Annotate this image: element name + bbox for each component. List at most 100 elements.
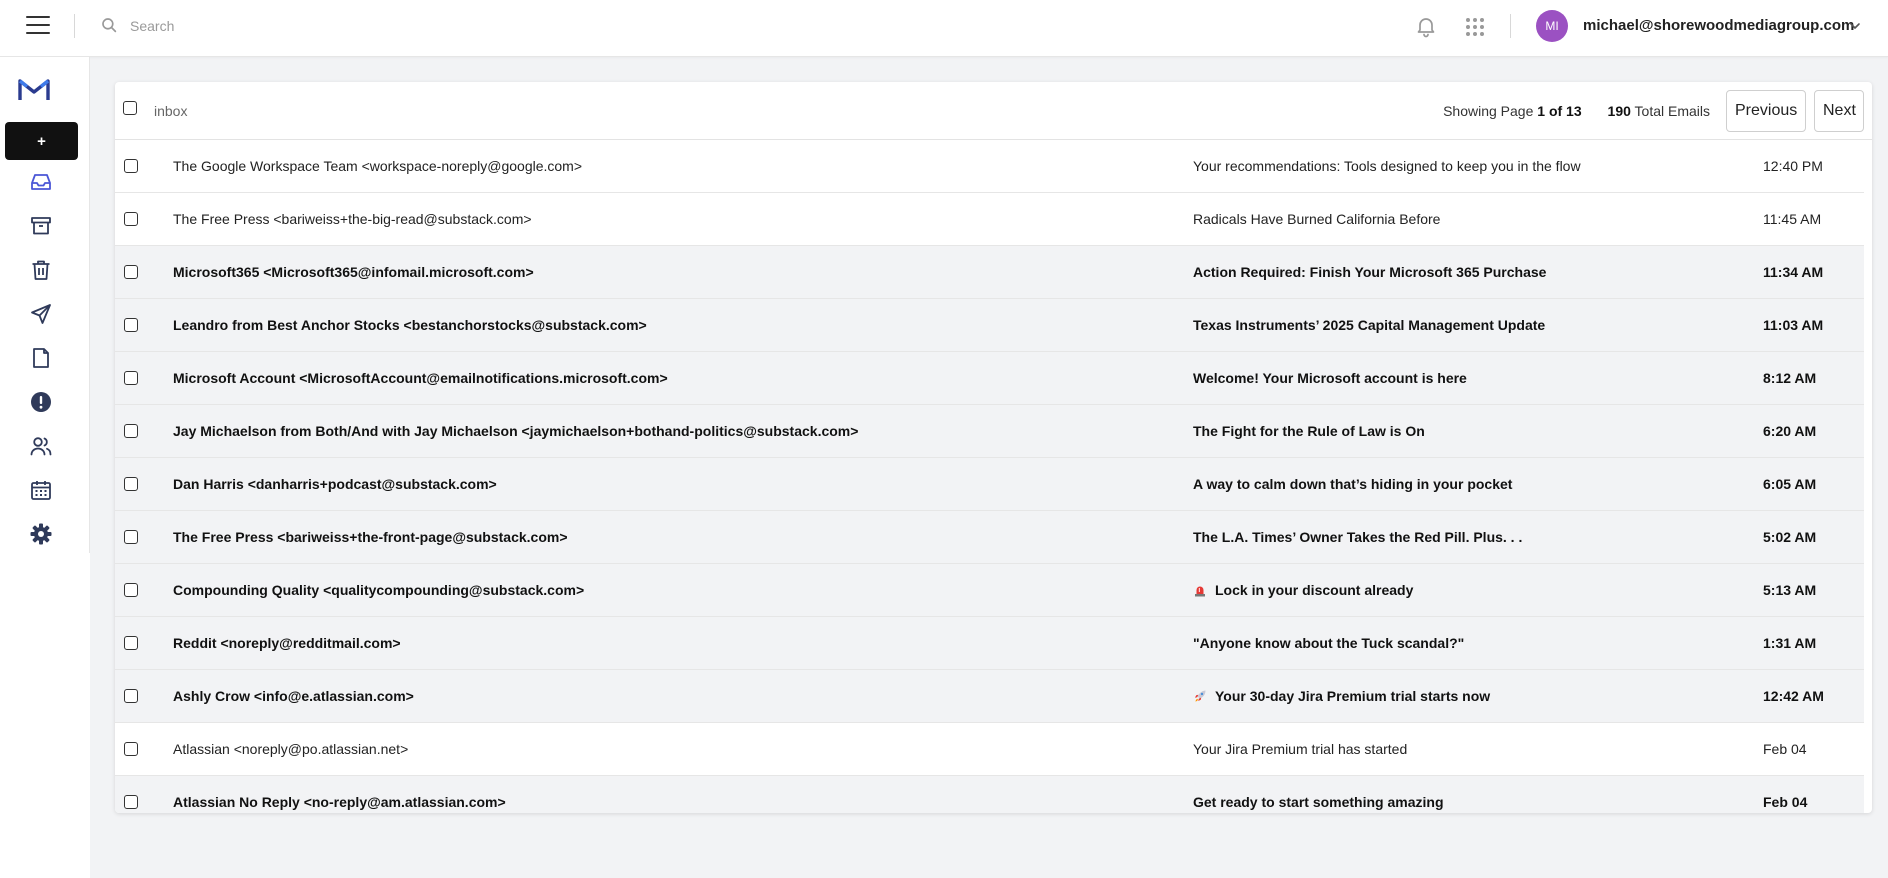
total-count: 190 xyxy=(1607,103,1631,119)
email-subject-container: The Fight for the Rule of Law is On xyxy=(1193,423,1425,439)
email-subject-container: Welcome! Your Microsoft account is here xyxy=(1193,370,1467,386)
siren-emoji-icon xyxy=(1195,586,1205,597)
avatar[interactable]: MI xyxy=(1536,10,1568,42)
email-row[interactable]: Leandro from Best Anchor Stocks <bestanc… xyxy=(115,299,1864,352)
email-checkbox[interactable] xyxy=(124,742,138,756)
email-checkbox[interactable] xyxy=(124,159,138,173)
email-checkbox[interactable] xyxy=(124,636,138,650)
email-subject: Welcome! Your Microsoft account is here xyxy=(1193,370,1467,386)
email-subject: Get ready to start something amazing xyxy=(1193,794,1444,810)
email-row[interactable]: Atlassian No Reply <no-reply@am.atlassia… xyxy=(115,776,1864,813)
email-subject: Lock in your discount already xyxy=(1215,582,1414,598)
page-prefix: Showing Page xyxy=(1443,103,1534,119)
email-row[interactable]: Ashly Crow <info@e.atlassian.com> Your 30… xyxy=(115,670,1864,723)
email-subject: Your Jira Premium trial has started xyxy=(1193,741,1408,757)
email-row[interactable]: Microsoft Account <MicrosoftAccount@emai… xyxy=(115,352,1864,405)
rocket-emoji-icon xyxy=(1195,690,1206,702)
email-sender: Jay Michaelson from Both/And with Jay Mi… xyxy=(173,423,859,439)
email-time: 11:45 AM xyxy=(1763,211,1822,227)
email-checkbox[interactable] xyxy=(124,424,138,438)
calendar-icon[interactable] xyxy=(28,477,54,503)
email-checkbox[interactable] xyxy=(124,265,138,279)
users-icon[interactable] xyxy=(28,433,54,459)
email-sender: Reddit <noreply@redditmail.com> xyxy=(173,635,401,651)
email-row[interactable]: The Google Workspace Team <workspace-nor… xyxy=(115,140,1864,193)
email-row[interactable]: Jay Michaelson from Both/And with Jay Mi… xyxy=(115,405,1864,458)
email-checkbox[interactable] xyxy=(124,795,138,809)
total-label: Total Emails xyxy=(1634,103,1710,119)
email-subject-container: Radicals Have Burned California Before xyxy=(1193,211,1440,227)
email-sender: Compounding Quality <qualitycompounding@… xyxy=(173,582,585,598)
search-icon xyxy=(102,18,117,33)
pagination-info: Showing Page 1 of 13 190 Total Emails xyxy=(1443,103,1710,119)
email-row[interactable]: The Free Press <bariweiss+the-front-page… xyxy=(115,511,1864,564)
compose-button[interactable]: + xyxy=(5,122,78,160)
next-button[interactable]: Next xyxy=(1814,90,1864,132)
email-sender: Leandro from Best Anchor Stocks <bestanc… xyxy=(173,317,647,333)
email-subject-container: Texas Instruments’ 2025 Capital Manageme… xyxy=(1193,317,1545,333)
email-time: 8:12 AM xyxy=(1763,370,1817,386)
email-checkbox[interactable] xyxy=(124,371,138,385)
email-row[interactable]: Dan Harris <danharris+podcast@substack.c… xyxy=(115,458,1864,511)
email-checkbox[interactable] xyxy=(124,689,138,703)
apps-grid-icon[interactable] xyxy=(1465,17,1485,37)
email-subject-container: Get ready to start something amazing xyxy=(1193,794,1444,810)
email-row[interactable]: The Free Press <bariweiss+the-big-read@s… xyxy=(115,193,1864,246)
email-time: 11:03 AM xyxy=(1763,317,1824,333)
email-row[interactable]: Atlassian <noreply@po.atlassian.net> Your… xyxy=(115,723,1864,776)
email-time: 5:13 AM xyxy=(1763,582,1817,598)
mail-logo-icon[interactable] xyxy=(18,76,50,102)
search-input[interactable] xyxy=(130,14,530,38)
email-subject: Texas Instruments’ 2025 Capital Manageme… xyxy=(1193,317,1546,333)
email-subject-container: "Anyone know about the Tuck scandal?" xyxy=(1193,635,1464,651)
email-sender: The Google Workspace Team <workspace-nor… xyxy=(173,158,583,174)
email-sender: Microsoft365 <Microsoft365@infomail.micr… xyxy=(173,264,534,280)
email-checkbox[interactable] xyxy=(124,212,138,226)
email-checkbox[interactable] xyxy=(124,583,138,597)
email-row[interactable]: Compounding Quality <qualitycompounding@… xyxy=(115,564,1864,617)
email-subject-container: Your 30-day Jira Premium trial starts no… xyxy=(1193,688,1490,704)
email-subject-container: A way to calm down that’s hiding in your… xyxy=(1193,476,1512,492)
email-row[interactable]: Reddit <noreply@redditmail.com> "Anyone k… xyxy=(115,617,1864,670)
email-sender: Atlassian No Reply <no-reply@am.atlassia… xyxy=(173,794,506,810)
email-checkbox[interactable] xyxy=(124,477,138,491)
email-subject-container: Action Required: Finish Your Microsoft 3… xyxy=(1193,264,1546,280)
email-checkbox[interactable] xyxy=(124,318,138,332)
email-sender: The Free Press <bariweiss+the-big-read@s… xyxy=(173,211,532,227)
email-subject-container: Your Jira Premium trial has started xyxy=(1193,741,1407,757)
email-time: 12:42 AM xyxy=(1763,688,1824,704)
email-time: Feb 04 xyxy=(1763,794,1808,810)
trash-icon[interactable] xyxy=(28,257,54,283)
hamburger-menu-icon[interactable] xyxy=(26,16,50,36)
divider xyxy=(74,14,75,38)
alert-icon[interactable] xyxy=(28,389,54,415)
email-sender: Microsoft Account <MicrosoftAccount@emai… xyxy=(173,370,668,386)
email-list: The Google Workspace Team <workspace-nor… xyxy=(115,140,1864,813)
email-subject-container: The L.A. Times’ Owner Takes the Red Pill… xyxy=(1193,529,1522,545)
email-subject: Radicals Have Burned California Before xyxy=(1193,211,1441,227)
email-subject: The Fight for the Rule of Law is On xyxy=(1193,423,1425,439)
email-subject: Your recommendations: Tools designed to … xyxy=(1193,158,1581,174)
list-header: inbox Showing Page 1 of 13 190 Total Ema… xyxy=(115,82,1872,140)
email-subject: The L.A. Times’ Owner Takes the Red Pill… xyxy=(1193,529,1523,545)
archive-icon[interactable] xyxy=(28,213,54,239)
account-email[interactable]: michael@shorewoodmediagroup.com xyxy=(1583,17,1854,34)
email-time: Feb 04 xyxy=(1763,741,1807,757)
gear-icon[interactable] xyxy=(28,521,54,547)
divider xyxy=(1510,14,1511,38)
send-icon[interactable] xyxy=(28,301,54,327)
select-all-checkbox[interactable] xyxy=(123,101,137,115)
file-icon[interactable] xyxy=(28,345,54,371)
email-time: 1:31 AM xyxy=(1763,635,1817,651)
inbox-icon[interactable] xyxy=(28,169,54,195)
email-checkbox[interactable] xyxy=(124,530,138,544)
email-subject-container: Lock in your discount already xyxy=(1193,582,1413,598)
previous-button[interactable]: Previous xyxy=(1726,90,1806,132)
email-row[interactable]: Microsoft365 <Microsoft365@infomail.micr… xyxy=(115,246,1864,299)
bell-icon[interactable] xyxy=(1414,14,1438,38)
chevron-down-icon[interactable] xyxy=(1848,19,1862,33)
email-time: 11:34 AM xyxy=(1763,264,1824,280)
top-bar: MI michael@shorewoodmediagroup.com xyxy=(0,0,1888,57)
page-number: 1 of 13 xyxy=(1537,103,1582,119)
sidebar-border xyxy=(89,57,90,553)
